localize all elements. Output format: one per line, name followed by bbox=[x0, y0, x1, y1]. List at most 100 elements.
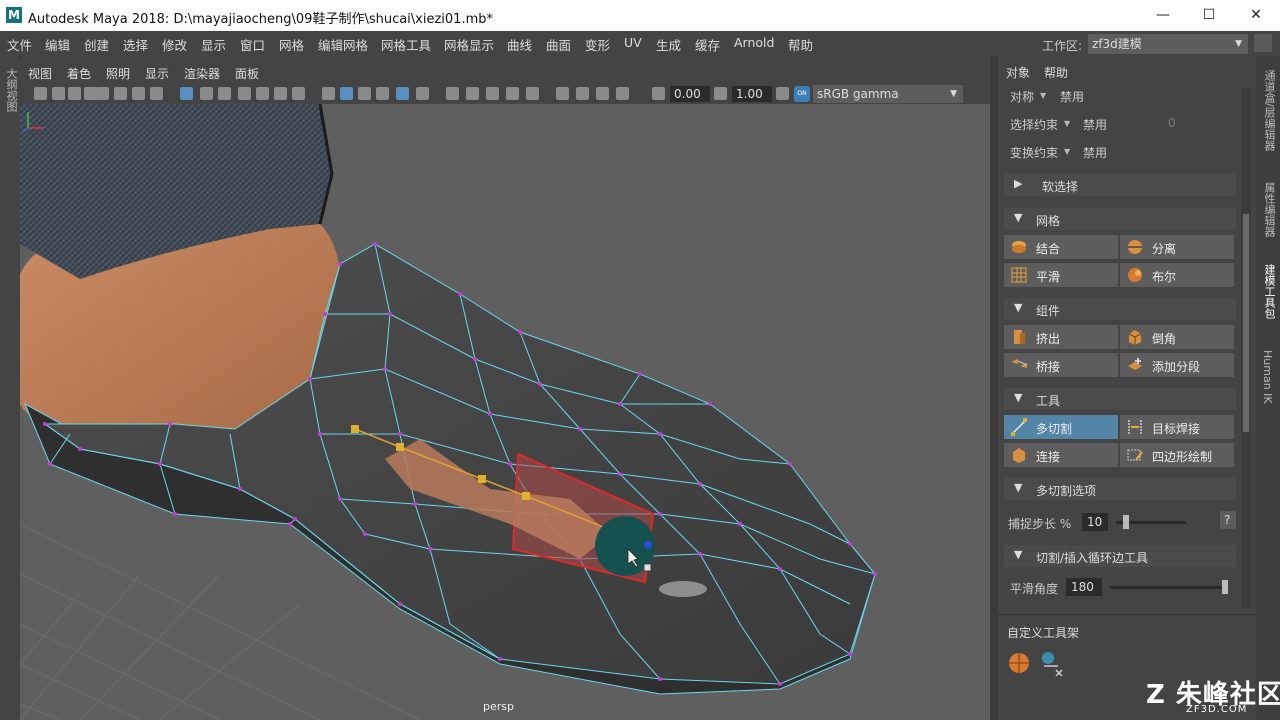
symmetry-value[interactable]: 禁用 bbox=[1060, 88, 1084, 105]
scrollbar-thumb[interactable] bbox=[1243, 214, 1249, 432]
snap-step-field[interactable]: 10 bbox=[1082, 513, 1108, 531]
panel-menu-renderer[interactable]: 渲染器 bbox=[184, 65, 220, 82]
separate-button[interactable]: 分离 bbox=[1120, 235, 1234, 259]
panel-menu-lighting[interactable]: 照明 bbox=[106, 65, 130, 82]
menu-file[interactable]: 文件 bbox=[7, 35, 32, 54]
gamma-field[interactable]: 1.00 bbox=[732, 86, 772, 102]
menu-generate[interactable]: 生成 bbox=[656, 35, 681, 54]
menu-edit[interactable]: 编辑 bbox=[45, 35, 70, 54]
viewport-scene[interactable] bbox=[20, 104, 990, 720]
smooth-angle-slider[interactable] bbox=[1110, 586, 1228, 589]
multicut-options-section[interactable]: ▼ 多切割选项 bbox=[1004, 478, 1236, 500]
add-divisions-button[interactable]: 添加分段 bbox=[1120, 353, 1234, 377]
field-chart-icon[interactable] bbox=[256, 87, 269, 100]
xray-icon[interactable] bbox=[576, 87, 589, 100]
toolkit-menu-help[interactable]: 帮助 bbox=[1044, 64, 1068, 81]
shadows-icon[interactable] bbox=[446, 87, 459, 100]
anti-aliasing-icon[interactable] bbox=[506, 87, 519, 100]
smooth-shade-icon[interactable] bbox=[340, 87, 353, 100]
grid-icon[interactable] bbox=[150, 87, 163, 100]
menu-surfaces[interactable]: 曲面 bbox=[546, 35, 571, 54]
dock-toggle-button[interactable] bbox=[1254, 34, 1272, 52]
textured-icon[interactable] bbox=[396, 87, 409, 100]
safe-title-icon[interactable] bbox=[292, 87, 305, 100]
colorspace-toggle[interactable]: ON bbox=[794, 86, 810, 102]
panel-menu-panels[interactable]: 面板 bbox=[235, 65, 259, 82]
viewport-persp[interactable]: persp bbox=[20, 104, 990, 720]
wireframe-on-shaded-icon[interactable] bbox=[376, 87, 389, 100]
quad-draw-button[interactable]: 四边形绘制 bbox=[1120, 443, 1234, 467]
toolkit-menu-object[interactable]: 对象 bbox=[1006, 64, 1030, 81]
menu-cache[interactable]: 缓存 bbox=[695, 35, 720, 54]
film-gate-toggle-icon[interactable] bbox=[200, 87, 213, 100]
panel-splitter[interactable] bbox=[990, 56, 998, 720]
soft-select-section[interactable]: ▶ 软选择 bbox=[1004, 174, 1236, 196]
menu-deform[interactable]: 变形 bbox=[585, 35, 610, 54]
camera-attributes-icon[interactable] bbox=[52, 87, 65, 100]
transform-constraint-value[interactable]: 禁用 bbox=[1083, 144, 1107, 161]
menu-create[interactable]: 创建 bbox=[84, 35, 109, 54]
component-section[interactable]: ▼ 组件 bbox=[1004, 298, 1236, 320]
depth-of-field-icon[interactable] bbox=[526, 87, 539, 100]
multi-cut-button[interactable]: 多切割 bbox=[1004, 415, 1118, 439]
gate-mask-icon[interactable] bbox=[238, 87, 251, 100]
motion-blur-icon[interactable] bbox=[486, 87, 499, 100]
bridge-button[interactable]: 桥接 bbox=[1004, 353, 1118, 377]
film-gate-icon[interactable] bbox=[96, 87, 109, 100]
menu-mesh[interactable]: 网格 bbox=[279, 35, 304, 54]
menu-curves[interactable]: 曲线 bbox=[507, 35, 532, 54]
isolate-select-icon[interactable] bbox=[556, 87, 569, 100]
menu-select[interactable]: 选择 bbox=[123, 35, 148, 54]
tab-modeling-toolkit[interactable]: 建模工具包 bbox=[1261, 264, 1277, 319]
tab-channel-box[interactable]: 通道盒/层编辑器 bbox=[1261, 70, 1277, 151]
maximize-button[interactable]: ☐ bbox=[1191, 4, 1227, 26]
colorspace-dropdown[interactable]: sRGB gamma ▼ bbox=[813, 85, 963, 103]
loop-tool-section[interactable]: ▼ 切割/插入循环边工具 bbox=[1004, 545, 1236, 567]
target-weld-button[interactable]: 目标焊接 bbox=[1120, 415, 1234, 439]
menu-window[interactable]: 窗口 bbox=[240, 35, 265, 54]
ambient-occlusion-icon[interactable] bbox=[466, 87, 479, 100]
connect-button[interactable]: 连接 bbox=[1004, 443, 1118, 467]
default-material-icon[interactable] bbox=[358, 87, 371, 100]
wireframe-icon[interactable] bbox=[322, 87, 335, 100]
menu-display[interactable]: 显示 bbox=[201, 35, 226, 54]
tab-human-ik[interactable]: Human IK bbox=[1261, 350, 1274, 404]
grid-toggle-icon[interactable] bbox=[180, 87, 193, 100]
help-button[interactable]: ? bbox=[1220, 511, 1236, 529]
tools-section[interactable]: ▼ 工具 bbox=[1004, 388, 1236, 410]
menu-edit-mesh[interactable]: 编辑网格 bbox=[318, 35, 368, 54]
chevron-down-icon[interactable]: ▼ bbox=[1064, 147, 1070, 156]
minimize-button[interactable]: — bbox=[1145, 4, 1181, 26]
xray-joints-icon[interactable] bbox=[596, 87, 609, 100]
chevron-down-icon[interactable]: ▼ bbox=[1040, 91, 1046, 100]
gamma-icon[interactable] bbox=[714, 87, 727, 100]
chevron-down-icon[interactable]: ▼ bbox=[1064, 119, 1070, 128]
snap-step-slider-knob[interactable] bbox=[1123, 515, 1130, 529]
bevel-button[interactable]: 倒角 bbox=[1120, 325, 1234, 349]
combine-button[interactable]: 结合 bbox=[1004, 235, 1118, 259]
boolean-button[interactable]: 布尔 bbox=[1120, 263, 1234, 287]
smooth-angle-slider-knob[interactable] bbox=[1222, 580, 1228, 594]
select-constraint-value[interactable]: 禁用 bbox=[1083, 116, 1107, 133]
toolkit-scrollbar[interactable] bbox=[1241, 88, 1251, 608]
shelf-boolean-icon[interactable] bbox=[1008, 652, 1030, 674]
mesh-section[interactable]: ▼ 网格 bbox=[1004, 208, 1236, 230]
menu-mesh-display[interactable]: 网格显示 bbox=[444, 35, 494, 54]
menu-arnold[interactable]: Arnold bbox=[734, 35, 774, 50]
xray-components-icon[interactable] bbox=[616, 87, 629, 100]
shelf-tool-icon[interactable] bbox=[1040, 650, 1066, 676]
extrude-button[interactable]: 挤出 bbox=[1004, 325, 1118, 349]
menu-modify[interactable]: 修改 bbox=[162, 35, 187, 54]
select-camera-icon[interactable] bbox=[34, 87, 47, 100]
bookmark-icon[interactable] bbox=[68, 87, 81, 100]
menu-mesh-tools[interactable]: 网格工具 bbox=[381, 35, 431, 54]
panel-menu-shading[interactable]: 着色 bbox=[67, 65, 91, 82]
tab-attribute-editor[interactable]: 属性编辑器 bbox=[1261, 182, 1277, 237]
exposure-field[interactable]: 0.00 bbox=[670, 86, 710, 102]
workspace-dropdown[interactable]: zf3d建模 ▼ bbox=[1088, 34, 1248, 54]
close-button[interactable]: ✕ bbox=[1238, 4, 1274, 26]
2d-pan-icon[interactable] bbox=[114, 87, 127, 100]
resolution-gate-icon[interactable] bbox=[218, 87, 231, 100]
menu-help[interactable]: 帮助 bbox=[788, 35, 813, 54]
outliner-tab[interactable]: 大纲视图 bbox=[3, 68, 19, 112]
